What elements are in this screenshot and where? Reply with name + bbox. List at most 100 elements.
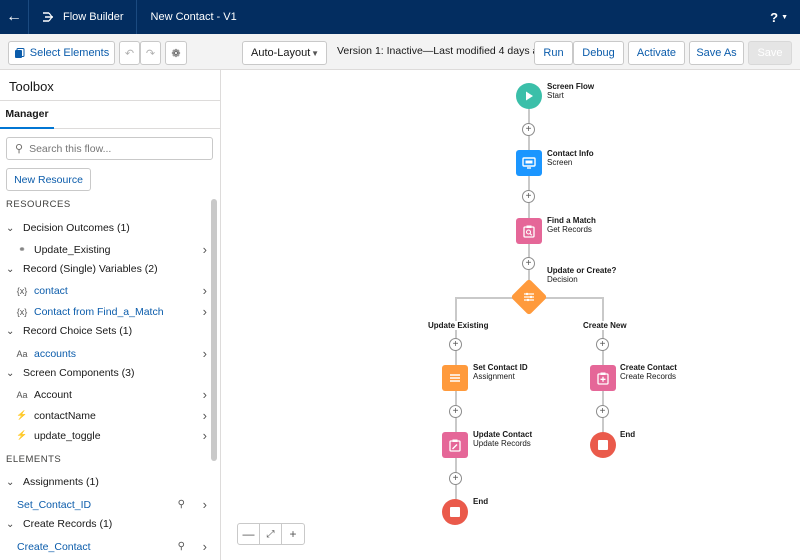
start-node[interactable] (516, 83, 542, 109)
flow-canvas[interactable] (222, 70, 800, 560)
search-icon[interactable]: ⚲ (178, 541, 185, 552)
save-as-label: Save As (696, 47, 737, 59)
redo-button[interactable]: ↷ (140, 41, 161, 65)
node-subtitle: Decision (547, 275, 578, 284)
zoom-controls: — ⤢ + (237, 523, 305, 545)
node-subtitle: Update Records (473, 439, 531, 448)
search-icon[interactable]: ⚲ (178, 499, 185, 510)
node-title: Screen Flow (547, 82, 595, 91)
variable-icon: {x} (16, 306, 28, 317)
group-record-choice-sets[interactable]: ⌄ Record Choice Sets (1) (6, 325, 132, 337)
expand-icon: ⤢ (266, 528, 275, 540)
item-label: Create_Contact (17, 540, 91, 553)
toolbox-title: Toolbox (9, 79, 54, 94)
activate-button[interactable]: Activate (628, 41, 685, 65)
group-decision-outcomes[interactable]: ⌄ Decision Outcomes (1) (6, 222, 130, 234)
node-title: Find a Match (547, 216, 596, 225)
add-element-button[interactable]: + (596, 338, 609, 351)
tab-manager[interactable]: Manager (0, 101, 54, 129)
sidebar-scrollbar[interactable] (211, 199, 217, 461)
back-button[interactable]: ← (0, 0, 28, 34)
save-button[interactable]: Save (748, 41, 792, 65)
select-elements-label: Select Elements (29, 47, 110, 59)
list-item-accounts[interactable]: Aa accounts › (15, 346, 207, 361)
group-record-variables[interactable]: ⌄ Record (Single) Variables (2) (6, 263, 158, 275)
update-records-icon (449, 439, 461, 452)
flow-builder-icon (43, 12, 53, 22)
app-title: Flow Builder (63, 11, 124, 23)
list-item-update-existing[interactable]: ⚭ Update_Existing › (15, 242, 207, 257)
list-item-create-contact[interactable]: Create_Contact ⚲ › (17, 539, 207, 554)
group-label: Assignments (1) (23, 476, 99, 488)
run-button[interactable]: Run (534, 41, 573, 65)
screen-node-contact-info[interactable] (516, 150, 542, 176)
item-label: Contact from Find_a_Match (34, 305, 164, 318)
search-input[interactable] (29, 142, 200, 155)
undo-button[interactable]: ↶ (119, 41, 140, 65)
add-element-button[interactable]: + (522, 257, 535, 270)
add-element-button[interactable]: + (522, 123, 535, 136)
end-node[interactable] (442, 499, 468, 525)
assignment-icon (450, 374, 460, 382)
create-records-node-create-contact[interactable] (590, 365, 616, 391)
list-item-contact-from-find[interactable]: {x} Contact from Find_a_Match › (15, 304, 207, 319)
assignment-node-set-contact-id[interactable] (442, 365, 468, 391)
screen-icon (522, 157, 536, 169)
select-elements-icon (14, 47, 25, 58)
add-element-button[interactable]: + (596, 405, 609, 418)
group-label: Decision Outcomes (1) (23, 222, 130, 234)
group-screen-components[interactable]: ⌄ Screen Components (3) (6, 367, 134, 379)
gear-icon: ❁ (171, 47, 181, 60)
save-as-button[interactable]: Save As (689, 41, 744, 65)
group-label: Screen Components (3) (23, 367, 135, 379)
select-elements-button[interactable]: Select Elements (8, 41, 115, 65)
stop-icon (450, 507, 460, 517)
branch-label-create-new: Create New (581, 321, 629, 330)
resources-heading: RESOURCES (6, 199, 71, 210)
add-element-button[interactable]: + (449, 405, 462, 418)
new-resource-button[interactable]: New Resource (6, 168, 91, 191)
group-create-records[interactable]: ⌄ Create Records (1) (6, 518, 112, 530)
list-item-contact-name[interactable]: ⚡ contactName › (15, 408, 207, 423)
flow-name: New Contact - V1 (150, 11, 237, 23)
add-element-button[interactable]: + (449, 338, 462, 351)
chevron-right-icon: › (202, 387, 207, 402)
add-element-button[interactable]: + (449, 472, 462, 485)
item-label: Update_Existing (34, 243, 111, 256)
node-title: Update Contact (473, 430, 533, 439)
node-subtitle: Start (547, 91, 564, 100)
group-label: Create Records (1) (23, 518, 113, 530)
list-item-set-contact-id[interactable]: Set_Contact_ID ⚲ › (17, 497, 207, 512)
group-label: Record (Single) Variables (2) (23, 263, 158, 275)
text-icon: Aa (16, 348, 28, 359)
variable-icon: {x} (16, 285, 28, 296)
item-label: update_toggle (34, 429, 101, 442)
get-records-icon (523, 225, 535, 238)
end-node[interactable] (590, 432, 616, 458)
chevron-down-icon: ▼ (311, 48, 319, 58)
list-item-contact[interactable]: {x} contact › (15, 283, 207, 298)
get-records-node-find-a-match[interactable] (516, 218, 542, 244)
chevron-right-icon: › (202, 428, 207, 443)
list-item-account[interactable]: Aa Account › (15, 387, 207, 402)
fit-to-view-button[interactable]: ⤢ (260, 524, 282, 544)
stop-icon (598, 440, 608, 450)
group-assignments[interactable]: ⌄ Assignments (1) (6, 476, 99, 488)
add-element-button[interactable]: + (522, 190, 535, 203)
search-icon: ⚲ (15, 143, 24, 155)
zoom-in-button[interactable]: + (282, 524, 304, 544)
node-subtitle: Screen (547, 158, 573, 167)
list-item-update-toggle[interactable]: ⚡ update_toggle › (15, 428, 207, 443)
flow-search[interactable]: ⚲ (6, 137, 213, 160)
zoom-out-button[interactable]: — (238, 524, 260, 544)
help-menu[interactable]: ? ▼ (770, 0, 788, 34)
item-label: contactName (34, 409, 96, 422)
text-icon: Aa (16, 389, 28, 400)
layout-select[interactable]: Auto-Layout ▼ (242, 41, 327, 65)
update-records-node-update-contact[interactable] (442, 432, 468, 458)
debug-button[interactable]: Debug (573, 41, 624, 65)
node-subtitle: Get Records (547, 225, 592, 234)
node-subtitle: Create Records (620, 372, 677, 381)
back-arrow-icon: ← (6, 8, 22, 25)
settings-button[interactable]: ❁ (165, 41, 187, 65)
